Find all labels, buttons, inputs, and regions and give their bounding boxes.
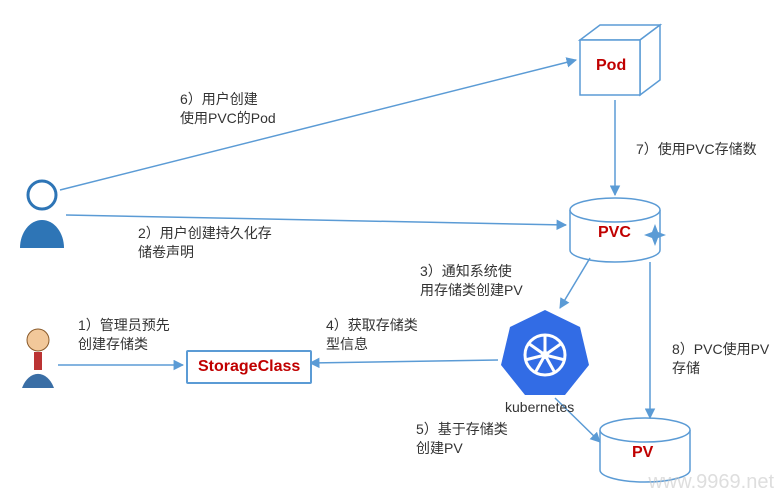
storageclass-node: StorageClass bbox=[186, 350, 312, 384]
kubernetes-icon bbox=[501, 310, 589, 395]
pod-label: Pod bbox=[596, 55, 626, 77]
pvc-label: PVC bbox=[598, 222, 631, 244]
step-8: 8）PVC使用PV存储 bbox=[672, 340, 780, 378]
edge-6 bbox=[60, 60, 576, 190]
kubernetes-label: kubernetes bbox=[505, 398, 574, 417]
step-4: 4）获取存储类型信息 bbox=[326, 316, 418, 354]
pv-label: PV bbox=[632, 442, 653, 464]
step-6: 6）用户创建使用PVC的Pod bbox=[180, 90, 276, 128]
user-icon bbox=[20, 181, 64, 248]
watermark: www.9969.net bbox=[648, 471, 774, 494]
admin-icon bbox=[22, 329, 54, 388]
step-1: 1）管理员预先创建存储类 bbox=[78, 316, 170, 354]
diagram-canvas bbox=[0, 0, 780, 500]
storageclass-label: StorageClass bbox=[198, 358, 300, 375]
step-5: 5）基于存储类创建PV bbox=[416, 420, 508, 458]
step-2: 2）用户创建持久化存储卷声明 bbox=[138, 224, 272, 262]
edge-4 bbox=[310, 360, 498, 363]
edge-3 bbox=[560, 258, 590, 308]
step-7: 7）使用PVC存储数 bbox=[636, 140, 757, 159]
step-3: 3）通知系统使用存储类创建PV bbox=[420, 262, 523, 300]
